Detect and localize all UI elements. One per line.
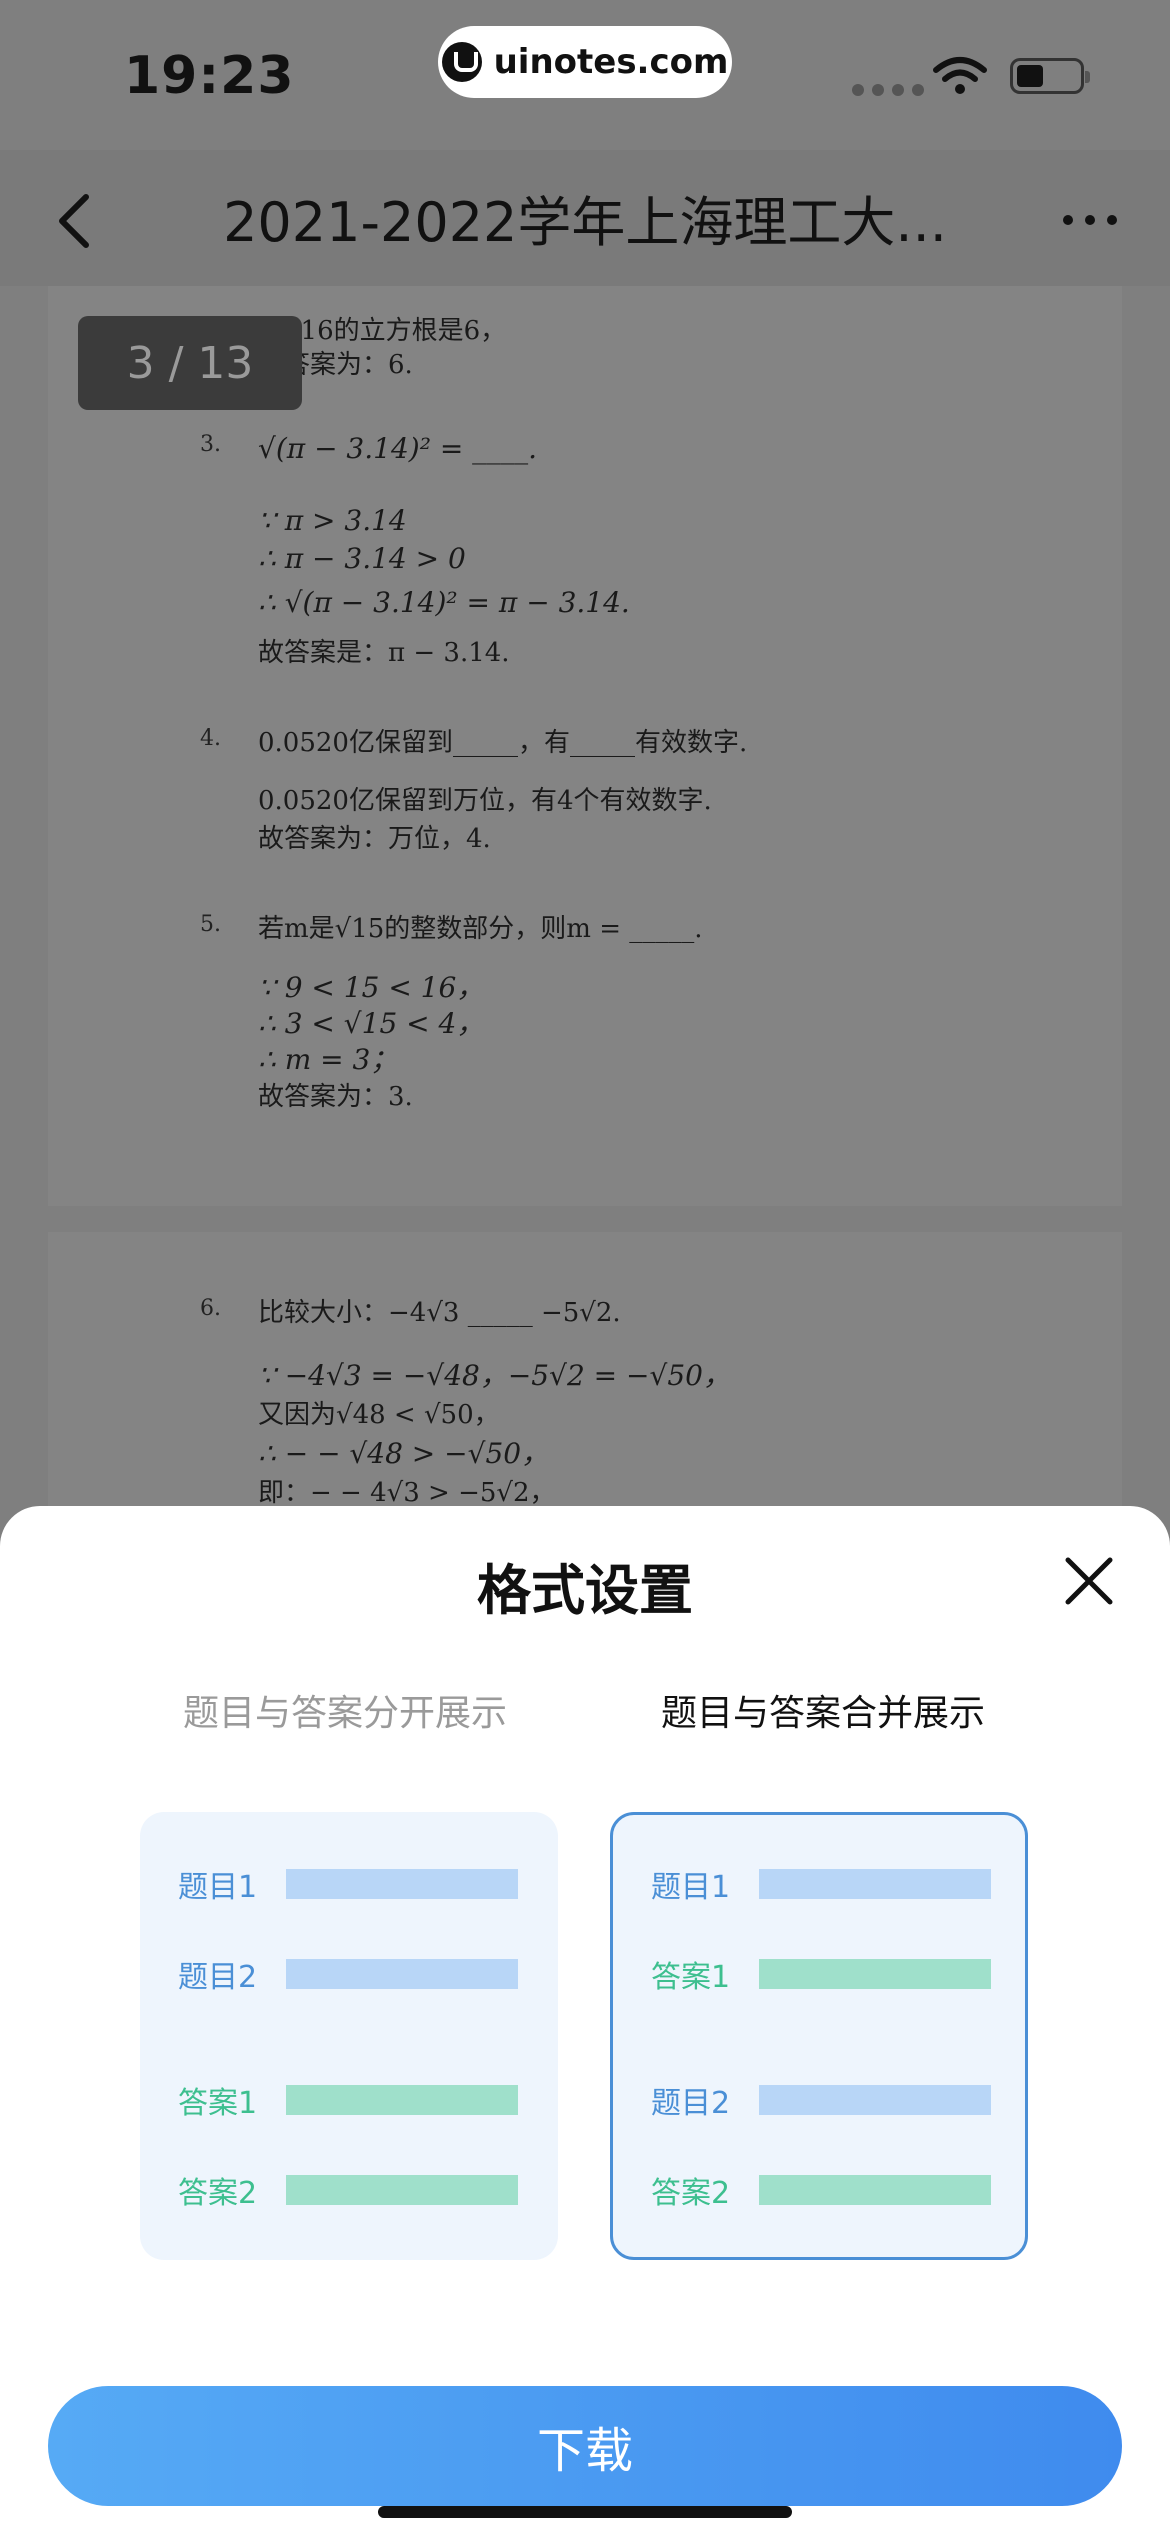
- back-button[interactable]: [44, 186, 104, 256]
- close-icon: [1065, 1557, 1113, 1605]
- solution-step: ∴ π − 3.14 > 0: [258, 542, 466, 575]
- cellular-signal-icon: [852, 84, 924, 96]
- close-button[interactable]: [1062, 1554, 1116, 1608]
- preview-row: 答案1: [651, 1954, 991, 1995]
- solution-step: ∵ 9 < 15 < 16，: [258, 971, 485, 1004]
- question-number: 6.: [200, 1296, 221, 1321]
- battery-icon: [1010, 58, 1090, 94]
- preview-label: 题目1: [178, 1870, 258, 1905]
- page-title: 2021-2022学年上海理工大...: [223, 191, 947, 254]
- preview-row: 题目2: [651, 2080, 991, 2121]
- preview-label: 答案1: [178, 2086, 258, 2121]
- question-number: 3.: [200, 432, 221, 457]
- solution-step: 故答案为：万位，4.: [258, 824, 491, 854]
- tab-merged-display[interactable]: 题目与答案合并展示: [628, 1684, 1018, 1736]
- format-settings-sheet: 格式设置 题目与答案分开展示 题目与答案合并展示 题目1 题目2 答案1 答案2…: [0, 1506, 1170, 2532]
- question-text: 0.0520亿保留到_____，有_____有效数字.: [258, 728, 748, 758]
- solution-step: ∵ −4√3 = −√48，−5√2 = −√50，: [258, 1359, 731, 1392]
- preview-row: 答案1: [178, 2080, 518, 2121]
- preview-row: 题目1: [651, 1864, 991, 1905]
- preview-label: 题目1: [651, 1870, 731, 1905]
- home-indicator: [378, 2506, 792, 2518]
- solution-step: 故答案是：π − 3.14.: [258, 638, 510, 668]
- solution-step: 又因为√48 < √50，: [258, 1400, 500, 1430]
- chevron-left-icon: [59, 194, 89, 248]
- site-logo-icon: [441, 42, 482, 82]
- question-number: 5.: [200, 912, 221, 937]
- answer-bar: [759, 2175, 991, 2205]
- solution-step: ∴ 3 < √15 < 4，: [258, 1007, 485, 1040]
- preview-row: 答案2: [651, 2170, 991, 2211]
- document-page: 故216的立方根是6， 故答案为：6. 3. √(π − 3.14)² = __…: [48, 286, 1122, 1206]
- solution-step: ∴ m = 3；: [258, 1043, 399, 1076]
- preview-label: 答案1: [651, 1960, 731, 1995]
- preview-label: 题目2: [651, 2086, 731, 2121]
- question-bar: [286, 1959, 518, 1989]
- wifi-icon: [933, 57, 987, 94]
- question-bar: [759, 1869, 991, 1899]
- nav-bar: 2021-2022学年上海理工大...: [0, 150, 1170, 286]
- solution-step: 即：− − 4√3 > −5√2，: [258, 1478, 556, 1508]
- solution-step: ∵ π > 3.14: [258, 504, 407, 537]
- answer-bar: [286, 2175, 518, 2205]
- document-page: 6. 比较大小：−4√3 _____ −5√2. ∵ −4√3 = −√48，−…: [48, 1232, 1122, 1532]
- solution-step: 0.0520亿保留到万位，有4个有效数字.: [258, 786, 712, 816]
- sheet-title: 格式设置: [477, 1559, 693, 1622]
- download-button[interactable]: 下载: [48, 2386, 1122, 2506]
- status-time: 19:23: [124, 46, 295, 106]
- dot-icon: [1107, 215, 1117, 225]
- preview-row: 题目2: [178, 1954, 518, 1995]
- question-bar: [759, 2085, 991, 2115]
- solution-step: ∴ √(π − 3.14)² = π − 3.14.: [258, 586, 630, 619]
- more-options-button[interactable]: [1050, 200, 1130, 240]
- dot-icon: [1085, 215, 1095, 225]
- option-card-separate[interactable]: 题目1 题目2 答案1 答案2: [140, 1812, 558, 2260]
- url-text: uinotes.com: [493, 42, 729, 82]
- question-bar: [286, 1869, 518, 1899]
- page-counter-badge: 3 / 13: [78, 316, 302, 410]
- solution-step: 故答案为：3.: [258, 1082, 413, 1112]
- solution-step: ∴ − − √48 > −√50，: [258, 1437, 550, 1470]
- question-number: 4.: [200, 726, 221, 751]
- question-text: √(π − 3.14)² = ____.: [258, 432, 538, 465]
- question-text: 比较大小：−4√3 _____ −5√2.: [258, 1298, 621, 1328]
- answer-bar: [759, 1959, 991, 1989]
- preview-label: 题目2: [178, 1960, 258, 1995]
- preview-label: 答案2: [651, 2176, 731, 2211]
- option-card-merged[interactable]: 题目1 答案1 题目2 答案2: [610, 1812, 1028, 2260]
- preview-label: 答案2: [178, 2176, 258, 2211]
- url-pill[interactable]: uinotes.com: [438, 26, 732, 98]
- status-bar: 19:23 uinotes.com: [0, 0, 1170, 150]
- answer-bar: [286, 2085, 518, 2115]
- tab-separate-display[interactable]: 题目与答案分开展示: [150, 1684, 540, 1736]
- dot-icon: [1063, 215, 1073, 225]
- preview-row: 答案2: [178, 2170, 518, 2211]
- question-text: 若m是√15的整数部分，则m = _____.: [258, 914, 703, 944]
- preview-row: 题目1: [178, 1864, 518, 1905]
